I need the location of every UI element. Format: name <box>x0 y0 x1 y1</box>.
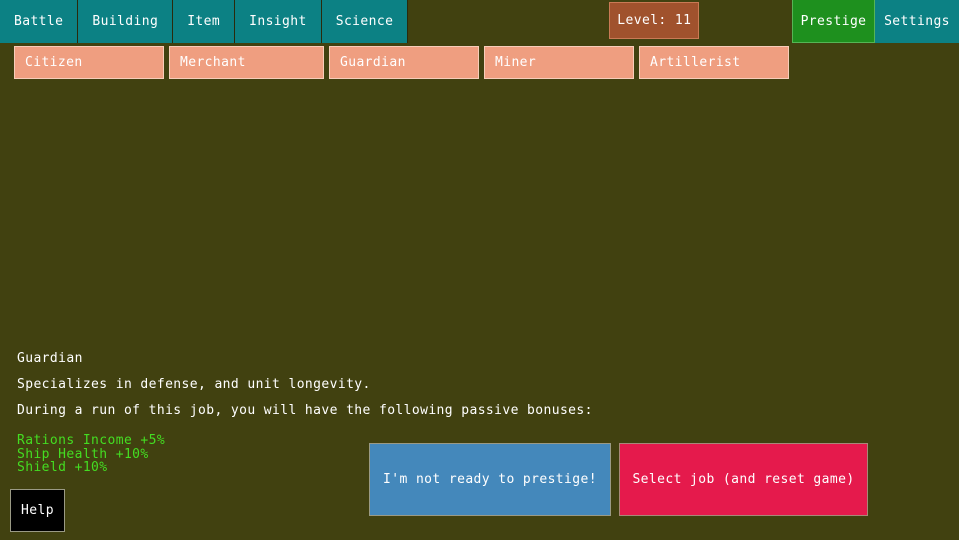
top-navigation-bar: Battle Building Item Insight Science Lev… <box>0 0 959 43</box>
job-tab-citizen[interactable]: Citizen <box>14 46 164 79</box>
level-badge: Level: 11 <box>609 2 699 39</box>
tab-building[interactable]: Building <box>78 0 173 43</box>
job-detail-panel: Guardian Specializes in defense, and uni… <box>17 346 717 475</box>
tab-insight[interactable]: Insight <box>235 0 322 43</box>
prestige-tab[interactable]: Prestige <box>792 0 875 43</box>
job-tab-miner[interactable]: Miner <box>484 46 634 79</box>
job-tab-guardian[interactable]: Guardian <box>329 46 479 79</box>
tab-item[interactable]: Item <box>173 0 235 43</box>
job-bonus-list: Rations Income +5% Ship Health +10% Shie… <box>17 434 717 475</box>
job-tab-row: Citizen Merchant Guardian Miner Artiller… <box>14 46 789 79</box>
nav-spacer-left <box>408 0 609 43</box>
job-tab-artillerist[interactable]: Artillerist <box>639 46 789 79</box>
select-job-and-reset-button[interactable]: Select job (and reset game) <box>619 443 868 516</box>
job-bonus-item: Shield +10% <box>17 461 717 475</box>
job-bonus-item: Rations Income +5% <box>17 434 717 448</box>
settings-tab[interactable]: Settings <box>875 0 959 43</box>
not-ready-to-prestige-button[interactable]: I'm not ready to prestige! <box>369 443 611 516</box>
tab-battle[interactable]: Battle <box>0 0 78 43</box>
job-bonus-intro: During a run of this job, you will have … <box>17 398 717 424</box>
nav-spacer-right <box>699 0 792 43</box>
job-tab-merchant[interactable]: Merchant <box>169 46 324 79</box>
job-bonus-item: Ship Health +10% <box>17 448 717 462</box>
tab-science[interactable]: Science <box>322 0 409 43</box>
job-description: Specializes in defense, and unit longevi… <box>17 372 717 398</box>
help-button[interactable]: Help <box>10 489 65 532</box>
job-title: Guardian <box>17 346 717 372</box>
